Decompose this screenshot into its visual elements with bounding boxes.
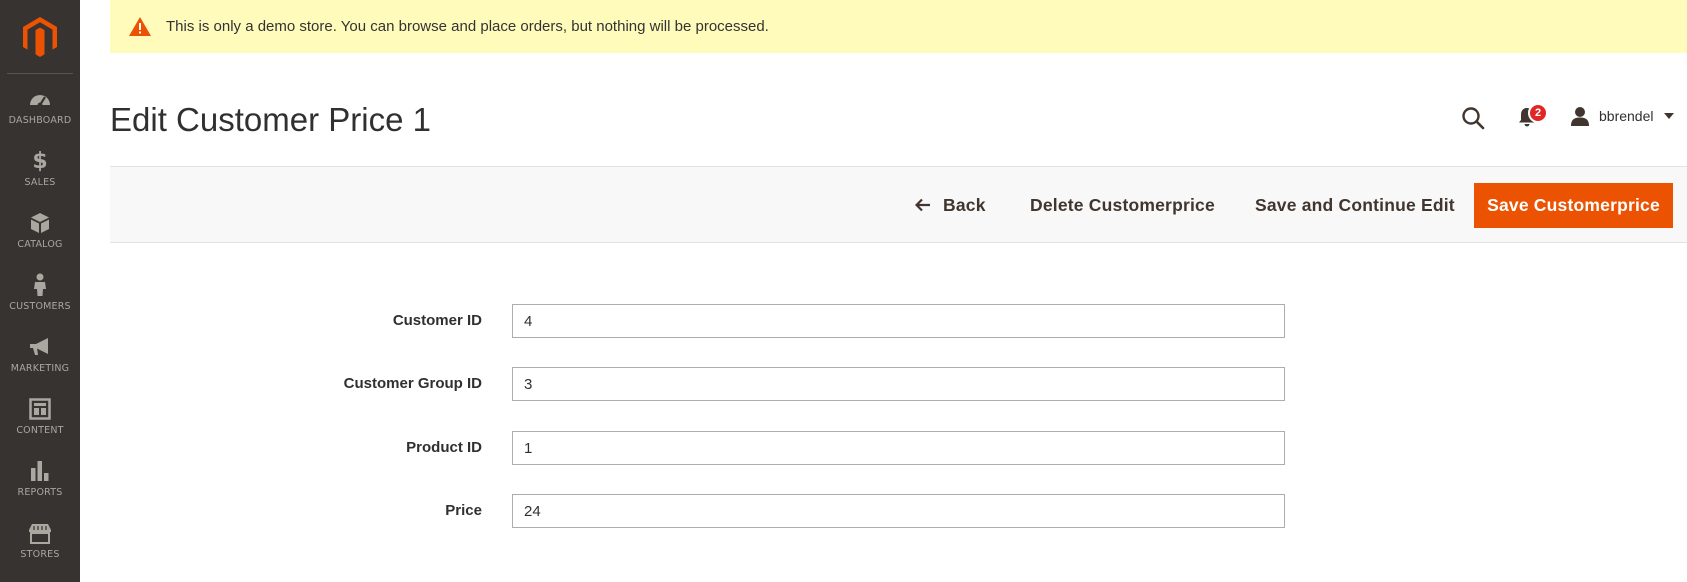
user-icon xyxy=(1571,107,1589,126)
magento-logo[interactable] xyxy=(0,0,80,73)
user-name: bbrendel xyxy=(1599,108,1654,124)
sidebar-item-sales[interactable]: $ SALES xyxy=(0,147,80,205)
arrow-left-icon xyxy=(915,198,931,212)
page-actions-bar: Back Delete Customerprice Save and Conti… xyxy=(110,166,1687,243)
price-input[interactable] xyxy=(512,494,1285,528)
field-label: Product ID xyxy=(406,439,482,456)
sidebar-item-label: REPORTS xyxy=(17,487,63,498)
magento-logo-icon xyxy=(23,16,57,57)
notifications-count-badge: 2 xyxy=(1528,103,1548,123)
admin-sidebar: DASHBOARD $ SALES CATALOG CUSTOMERS MARK… xyxy=(0,0,80,582)
customer-group-id-input[interactable] xyxy=(512,367,1285,401)
delete-button[interactable]: Delete Customerprice xyxy=(1030,183,1215,227)
back-button[interactable]: Back xyxy=(915,183,986,227)
warning-icon xyxy=(128,16,152,38)
sidebar-item-label: DASHBOARD xyxy=(8,115,72,126)
box-icon xyxy=(26,209,54,237)
sidebar-item-dashboard[interactable]: DASHBOARD xyxy=(0,85,80,143)
dashboard-icon xyxy=(26,85,54,113)
sidebar-item-catalog[interactable]: CATALOG xyxy=(0,209,80,267)
bar-chart-icon xyxy=(26,457,54,485)
page-title: Edit Customer Price 1 xyxy=(110,101,431,138)
demo-notice: This is only a demo store. You can brows… xyxy=(110,0,1687,53)
save-button[interactable]: Save Customerprice xyxy=(1474,183,1673,228)
sidebar-item-label: STORES xyxy=(20,549,60,560)
sidebar-item-label: SALES xyxy=(24,177,56,188)
notice-text: This is only a demo store. You can brows… xyxy=(166,18,769,35)
field-label: Customer Group ID xyxy=(343,375,482,392)
form-field-price: Price xyxy=(110,494,1290,528)
person-icon xyxy=(26,271,54,299)
dollar-icon: $ xyxy=(32,148,48,174)
product-id-input[interactable] xyxy=(512,431,1285,465)
field-label: Customer ID xyxy=(392,312,482,329)
storefront-icon xyxy=(26,519,54,547)
customer-id-input[interactable] xyxy=(512,304,1285,338)
form-field-product-id: Product ID xyxy=(110,431,1290,465)
notifications-button[interactable]: 2 xyxy=(1514,103,1554,133)
sidebar-item-reports[interactable]: REPORTS xyxy=(0,457,80,515)
sidebar-item-stores[interactable]: STORES xyxy=(0,519,80,577)
form-field-customer-id: Customer ID xyxy=(110,304,1290,338)
caret-down-icon xyxy=(1663,113,1674,119)
save-and-continue-button[interactable]: Save and Continue Edit xyxy=(1255,183,1455,227)
sidebar-item-content[interactable]: CONTENT xyxy=(0,395,80,453)
sidebar-item-marketing[interactable]: MARKETING xyxy=(0,333,80,391)
sidebar-item-label: MARKETING xyxy=(10,363,70,374)
form-field-customer-group-id: Customer Group ID xyxy=(110,367,1290,401)
search-icon xyxy=(1462,107,1485,130)
field-label: Price xyxy=(445,502,482,519)
user-account-menu[interactable]: bbrendel xyxy=(1570,103,1674,129)
layout-icon xyxy=(26,395,54,423)
sidebar-divider xyxy=(7,73,73,74)
sidebar-item-customers[interactable]: CUSTOMERS xyxy=(0,271,80,329)
sidebar-item-label: CATALOG xyxy=(17,239,63,250)
back-button-label: Back xyxy=(943,194,986,215)
megaphone-icon xyxy=(26,333,54,361)
sidebar-item-label: CUSTOMERS xyxy=(9,301,71,312)
sidebar-item-label: CONTENT xyxy=(16,425,64,436)
global-search-button[interactable] xyxy=(1458,103,1488,133)
